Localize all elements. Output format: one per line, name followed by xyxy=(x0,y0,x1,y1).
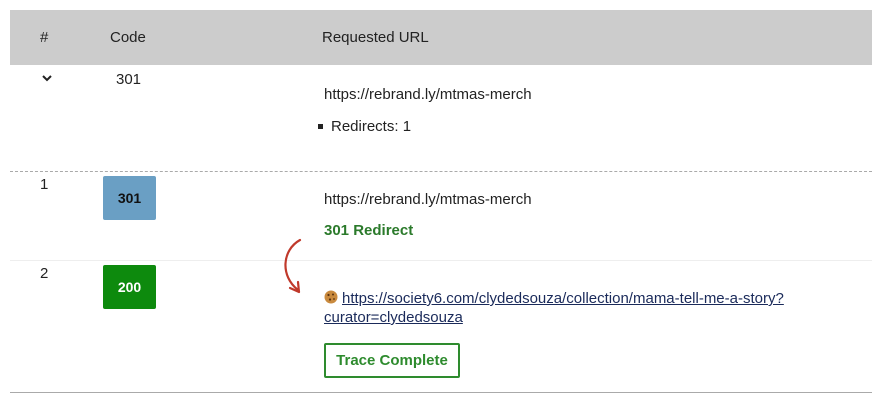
status-badge: 200 xyxy=(103,265,156,309)
table-header: # Code Requested URL xyxy=(10,10,872,65)
header-code: Code xyxy=(110,29,146,46)
header-num: # xyxy=(40,29,49,46)
redirects-list-item: Redirects: 1 xyxy=(318,118,411,135)
header-requested-url: Requested URL xyxy=(322,29,429,46)
trace-complete-badge: Trace Complete xyxy=(324,343,460,378)
hop-number: 1 xyxy=(40,176,49,193)
final-url: https://society6.com/clydedsouza/collect… xyxy=(324,289,844,327)
hop-row: 2 200 https://society6.com/clydedsouza/c… xyxy=(10,261,872,393)
chevron-down-icon[interactable] xyxy=(40,71,54,85)
redirect-status-text: 301 Redirect xyxy=(324,222,414,239)
summary-url: https://rebrand.ly/mtmas-merch xyxy=(324,86,532,103)
summary-code: 301 xyxy=(116,71,142,88)
redirect-trace-table: # Code Requested URL 301 https://rebrand… xyxy=(10,10,872,393)
bullet-icon xyxy=(318,124,323,129)
hop-url: https://rebrand.ly/mtmas-merch xyxy=(324,191,532,208)
summary-row: 301 https://rebrand.ly/mtmas-merch Redir… xyxy=(10,65,872,172)
final-url-link[interactable]: https://society6.com/clydedsouza/collect… xyxy=(324,290,784,326)
hop-number: 2 xyxy=(40,265,49,282)
redirects-count: Redirects: 1 xyxy=(331,118,412,135)
hop-row: 1 301 https://rebrand.ly/mtmas-merch 301… xyxy=(10,172,872,261)
redirect-arrow-icon xyxy=(284,238,302,294)
status-badge: 301 xyxy=(103,176,156,220)
